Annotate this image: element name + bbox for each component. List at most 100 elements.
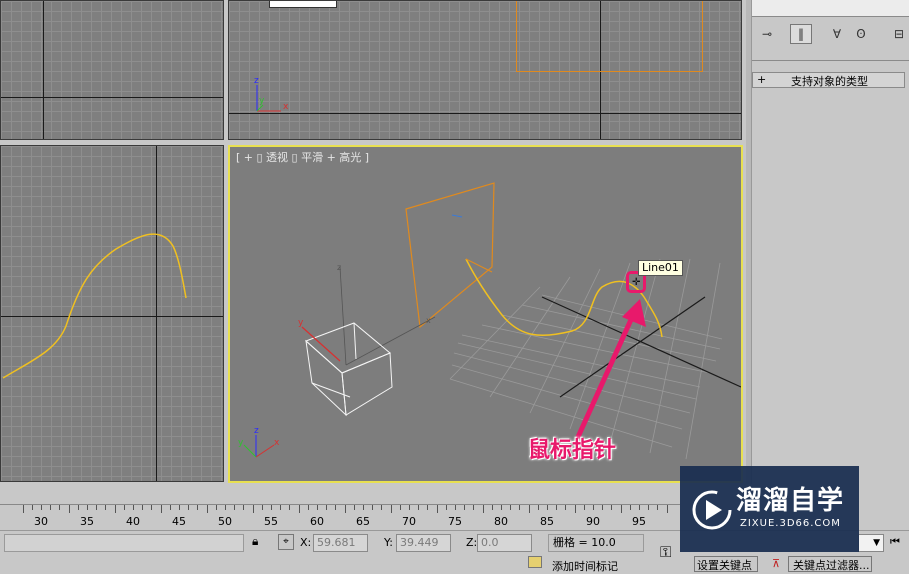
corner-axis-y: y [238, 438, 244, 448]
timeline-minor-tick [160, 505, 162, 513]
x-coord-label: X: [300, 536, 312, 549]
viewport-top-right[interactable]: z x y [228, 0, 742, 140]
absolute-mode-icon[interactable]: ⌖ [278, 534, 294, 550]
timeline-minor-tick [169, 505, 171, 510]
timeline-minor-tick [519, 505, 521, 510]
timeline-minor-tick [372, 505, 374, 510]
add-time-tag-icon[interactable] [528, 556, 542, 568]
timeline-minor-tick [77, 505, 79, 510]
timeline-minor-tick [473, 505, 475, 510]
lock-selection-icon[interactable]: 🔒︎ [252, 534, 258, 549]
timeline-minor-tick [96, 505, 98, 510]
timeline-minor-tick [399, 505, 401, 510]
corner-axis-x: x [274, 438, 280, 448]
timeline-minor-tick [427, 505, 429, 510]
remove-modifier-icon[interactable]: ʘ [850, 24, 872, 44]
timeline-minor-tick [648, 505, 650, 510]
timeline-minor-tick [234, 505, 236, 510]
corner-axis-z: z [254, 426, 259, 436]
timeline-track [0, 504, 680, 515]
show-end-result-icon[interactable]: ‖ [790, 24, 812, 44]
timeline-minor-tick [528, 505, 530, 513]
pin-stack-icon[interactable]: ⊸ [756, 24, 778, 44]
goto-start-icon[interactable]: ⏮︎ [890, 535, 900, 549]
key-filters-icon: ⊼ [772, 557, 781, 570]
timeline-minor-tick [50, 505, 52, 510]
timeline-minor-tick [510, 505, 512, 510]
timeline-minor-tick [105, 505, 107, 510]
timeline-minor-tick [215, 505, 217, 510]
status-prompt-field [4, 534, 244, 552]
panel-divider [752, 60, 909, 61]
timeline-minor-tick [31, 505, 33, 510]
world-axis-vertical [43, 1, 44, 139]
configure-modifier-sets-icon[interactable]: ⊟ [888, 24, 909, 44]
key-mode-dropdown[interactable]: ▼ [858, 534, 884, 552]
z-coord-field[interactable]: 0.0 [477, 534, 532, 552]
timeline-minor-tick [620, 505, 622, 513]
viewport-label-box [269, 1, 337, 8]
timeline-minor-tick [188, 505, 190, 510]
timeline-minor-tick [409, 505, 410, 510]
set-key-button[interactable]: 设置关键点 [694, 556, 758, 572]
watermark-subtitle: ZIXUE.3D66.COM [740, 518, 841, 529]
timeline-minor-tick [363, 505, 364, 510]
timeline-tick-label: 40 [126, 515, 140, 528]
timeline-minor-tick [22, 505, 24, 513]
crosshair-cursor-icon: ✛ [632, 277, 641, 288]
timeline-minor-tick [501, 505, 502, 510]
timeline-tick-label: 85 [540, 515, 554, 528]
timeline-minor-tick [252, 505, 254, 513]
timeline-minor-tick [142, 505, 144, 510]
x-coord-field[interactable]: 59.681 [313, 534, 368, 552]
watermark-title: 溜溜自学 [736, 486, 845, 516]
timeline-minor-tick [639, 505, 640, 510]
timeline-minor-tick [41, 505, 42, 510]
timeline-minor-tick [666, 505, 668, 513]
z-coord-label: Z: [466, 536, 478, 549]
rollout-toggle[interactable]: + [757, 73, 766, 86]
selected-plane-outline [516, 1, 703, 72]
timeline-minor-tick [289, 505, 291, 510]
timeline-minor-tick [206, 505, 208, 513]
timeline-tick-label: 55 [264, 515, 278, 528]
axis-z-label: z [254, 76, 259, 86]
timeline-minor-tick [445, 505, 447, 510]
timeline-minor-tick [491, 505, 493, 510]
timeline-minor-tick [574, 505, 576, 513]
y-coord-label: Y: [384, 536, 393, 549]
timeline-minor-tick [344, 505, 346, 513]
timeline-minor-tick [317, 505, 318, 510]
timeline-minor-tick [326, 505, 328, 510]
viewport-bottom-left[interactable] [0, 145, 224, 482]
timeline-minor-tick [547, 505, 548, 510]
timeline-minor-tick [418, 505, 420, 510]
timeline-minor-tick [261, 505, 263, 510]
timeline-minor-tick [59, 505, 61, 510]
timeline-minor-tick [611, 505, 613, 510]
y-coord-field[interactable]: 39.449 [396, 534, 451, 552]
rollout-supported-objects[interactable]: + 支持对象的类型 [752, 72, 905, 88]
timeline-tick-label: 80 [494, 515, 508, 528]
viewport-perspective[interactable]: [ + ▯ 透视 ▯ 平滑 + 高光 ] z y x z x y ✛ [228, 145, 743, 483]
grid-size-display: 栅格 = 10.0 [548, 534, 644, 552]
axis-x-label: x [283, 102, 289, 112]
timeline-minor-tick [381, 505, 383, 510]
timeline-tick-label: 75 [448, 515, 462, 528]
panel-top-field [752, 0, 909, 17]
timeline-minor-tick [68, 505, 70, 513]
add-time-tag-button[interactable]: 添加时间标记 [552, 558, 618, 574]
gizmo-y-label: y [298, 318, 304, 328]
make-unique-icon[interactable]: ∀ [826, 24, 848, 44]
timeline-minor-tick [225, 505, 226, 510]
key-filters-button[interactable]: 关键点过滤器... [788, 556, 872, 572]
timeline-minor-tick [298, 505, 300, 513]
timeline-minor-tick [602, 505, 604, 510]
key-mode-icon[interactable]: ⚿ [660, 543, 671, 561]
viewport-top-left[interactable] [0, 0, 224, 140]
timeline-minor-tick [565, 505, 567, 510]
timeline-minor-tick [556, 505, 558, 510]
watermark-logo-icon [692, 490, 732, 530]
timeline-tick-label: 90 [586, 515, 600, 528]
world-axis-horizontal [1, 97, 223, 98]
